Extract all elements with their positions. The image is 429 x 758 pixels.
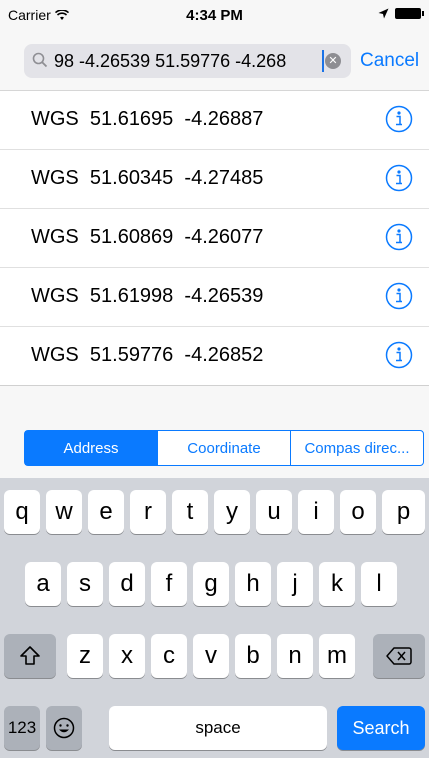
space-key[interactable]: space [109,706,327,750]
key-i[interactable]: i [298,490,334,534]
list-item[interactable]: WGS 51.60345 -4.27485 [0,150,429,209]
battery-icon [395,8,424,19]
list-item-label: WGS 51.61695 -4.26887 [31,108,264,130]
search-bar: 98 -4.26539 51.59776 -4.268 ✕ Cancel [0,30,429,91]
key-t[interactable]: t [172,490,208,534]
key-n[interactable]: n [277,634,313,678]
list-item-label: WGS 51.61998 -4.26539 [31,285,264,307]
emoji-icon [53,717,75,739]
backspace-key[interactable] [373,634,425,678]
info-icon[interactable] [385,164,413,192]
segment-coordinate[interactable]: Coordinate [158,431,291,465]
key-g[interactable]: g [193,562,229,606]
shift-icon [20,646,40,665]
results-list: WGS 51.61695 -4.26887 WGS 51.60345 -4.27… [0,91,429,386]
text-caret [322,50,324,72]
search-input-value: 98 -4.26539 51.59776 -4.268 [54,51,287,71]
key-f[interactable]: f [151,562,187,606]
key-s[interactable]: s [67,562,103,606]
cancel-button[interactable]: Cancel [360,50,419,72]
list-item[interactable]: WGS 51.61695 -4.26887 [0,91,429,150]
key-e[interactable]: e [88,490,124,534]
key-x[interactable]: x [109,634,145,678]
segment-compass-direction[interactable]: Compas direc... [291,431,423,465]
key-z[interactable]: z [67,634,103,678]
info-icon[interactable] [385,341,413,369]
backspace-icon [386,647,412,665]
list-item-label: WGS 51.60345 -4.27485 [31,167,264,189]
key-c[interactable]: c [151,634,187,678]
list-item-label: WGS 51.59776 -4.26852 [31,344,264,366]
key-u[interactable]: u [256,490,292,534]
list-item[interactable]: WGS 51.60869 -4.26077 [0,209,429,268]
info-icon[interactable] [385,282,413,310]
search-icon [32,52,48,68]
key-b[interactable]: b [235,634,271,678]
search-input[interactable]: 98 -4.26539 51.59776 -4.268 ✕ [24,44,351,78]
info-icon[interactable] [385,223,413,251]
key-h[interactable]: h [235,562,271,606]
search-mode-segmented-control: Address Coordinate Compas direc... [24,430,424,466]
key-m[interactable]: m [319,634,355,678]
list-item[interactable]: WGS 51.61998 -4.26539 [0,268,429,327]
keyboard: q w e r t y u i o p a s d f g h j k l z … [0,478,429,758]
key-a[interactable]: a [25,562,61,606]
location-arrow-icon [378,8,389,19]
key-w[interactable]: w [46,490,82,534]
status-time: 4:34 PM [186,7,243,24]
list-item[interactable]: WGS 51.59776 -4.26852 [0,327,429,386]
key-q[interactable]: q [4,490,40,534]
emoji-key[interactable] [46,706,82,750]
status-bar: Carrier 4:34 PM [0,0,429,30]
key-o[interactable]: o [340,490,376,534]
key-j[interactable]: j [277,562,313,606]
key-p[interactable]: p [382,490,425,534]
shift-key[interactable] [4,634,56,678]
info-icon[interactable] [385,105,413,133]
key-l[interactable]: l [361,562,397,606]
status-right [378,8,424,19]
numbers-key[interactable]: 123 [4,706,40,750]
search-key[interactable]: Search [337,706,425,750]
clear-icon[interactable]: ✕ [325,53,341,69]
segment-address[interactable]: Address [25,431,158,465]
key-y[interactable]: y [214,490,250,534]
key-v[interactable]: v [193,634,229,678]
list-item-label: WGS 51.60869 -4.26077 [31,226,264,248]
key-k[interactable]: k [319,562,355,606]
key-r[interactable]: r [130,490,166,534]
key-d[interactable]: d [109,562,145,606]
